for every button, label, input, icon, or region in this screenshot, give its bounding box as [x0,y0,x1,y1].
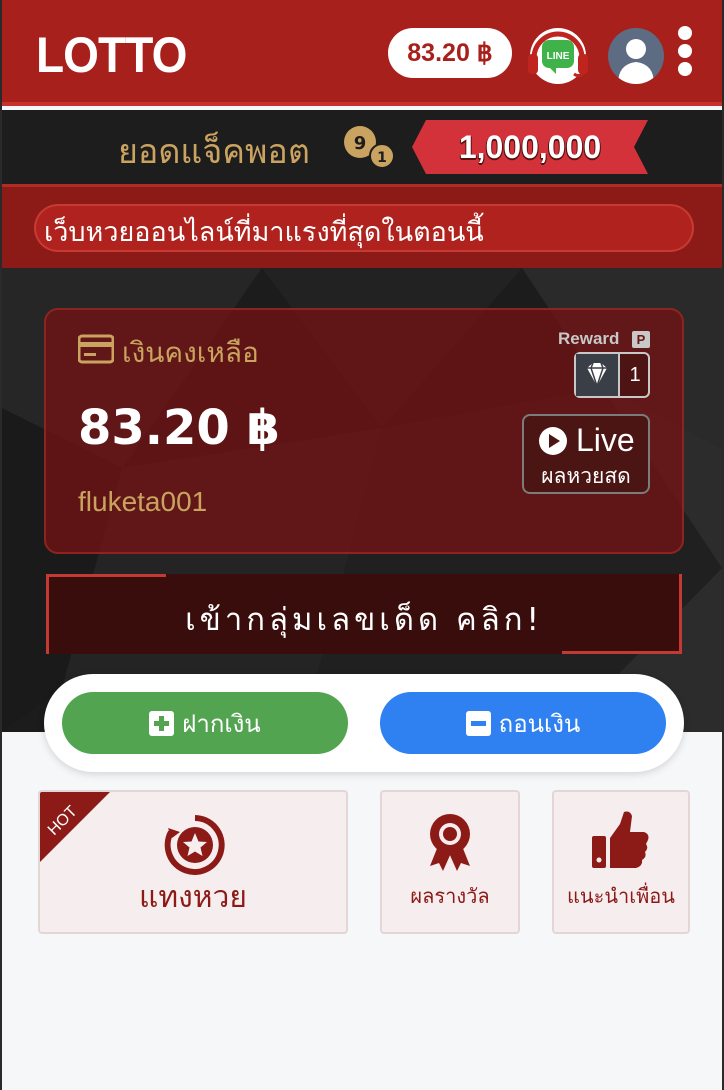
thumbs-up-icon [592,811,649,868]
balance-amount: 83.20 ฿ [78,400,280,456]
award-ribbon-icon [430,814,470,871]
live-label: Live [576,422,635,458]
reward-label: Reward [558,329,620,348]
diamond-icon [576,354,620,396]
join-group-banner[interactable]: เข้ากลุ่มเลขเด็ด คลิก! [46,574,682,654]
results-tile[interactable]: ผลรางวัล [380,790,520,934]
lottery-balls-icon: 9 1 [342,124,400,172]
deposit-label: ฝากเงิน [182,709,261,738]
balance-label: เงินคงเหลือ [122,336,259,369]
line-badge-text: LINE [547,51,570,62]
jackpot-label: ยอดแจ็คพอต [118,132,310,172]
invite-friend-tile[interactable]: แนะนำเพื่อน [552,790,690,934]
credit-card-icon [77,334,115,364]
top-header: LOTTO 83.20 ฿ LINE [2,0,722,106]
reward-points-badge: P [632,331,650,348]
hot-ribbon: HOT [40,792,110,862]
bet-lottery-tile[interactable]: HOT แทงหวย [38,790,348,934]
minus-square-icon [465,710,491,736]
deposit-button[interactable]: ฝากเงิน [62,692,348,754]
line-support-icon[interactable]: LINE [526,24,590,86]
join-group-text: เข้ากลุ่มเลขเด็ด คลิก! [185,602,543,638]
announcement-marquee: เว็บหวยออนไลน์ที่มาแรงที่สุดในตอนนี้ [34,204,694,252]
ball-number-1: 9 [354,133,367,154]
user-avatar[interactable] [608,28,664,84]
reward-count: 1 [629,364,641,386]
announcement-text: เว็บหวยออนไลน์ที่มาแรงที่สุดในตอนนี้ [44,217,484,248]
live-results-button[interactable]: Live ผลหวยสด [522,414,650,494]
header-balance[interactable]: 83.20 ฿ [388,28,512,78]
bet-lottery-label: แทงหวย [139,880,247,915]
plus-square-icon [149,710,175,736]
results-label: ผลรางวัล [410,884,490,908]
more-menu-icon[interactable] [676,26,694,76]
ball-number-2: 1 [377,150,387,166]
withdraw-button[interactable]: ถอนเงิน [380,692,666,754]
app-logo[interactable]: LOTTO [36,26,187,84]
star-circle-icon [164,815,225,875]
play-circle-icon [538,426,568,456]
live-sub-label: ผลหวยสด [541,464,631,488]
jackpot-amount: 1,000,000 [458,128,602,165]
reward-counter[interactable]: 1 [574,352,650,398]
jackpot-amount-ribbon: 1,000,000 [412,120,648,174]
withdraw-label: ถอนเงิน [498,709,581,738]
username: fluketa001 [78,486,208,517]
invite-friend-label: แนะนำเพื่อน [567,884,675,908]
